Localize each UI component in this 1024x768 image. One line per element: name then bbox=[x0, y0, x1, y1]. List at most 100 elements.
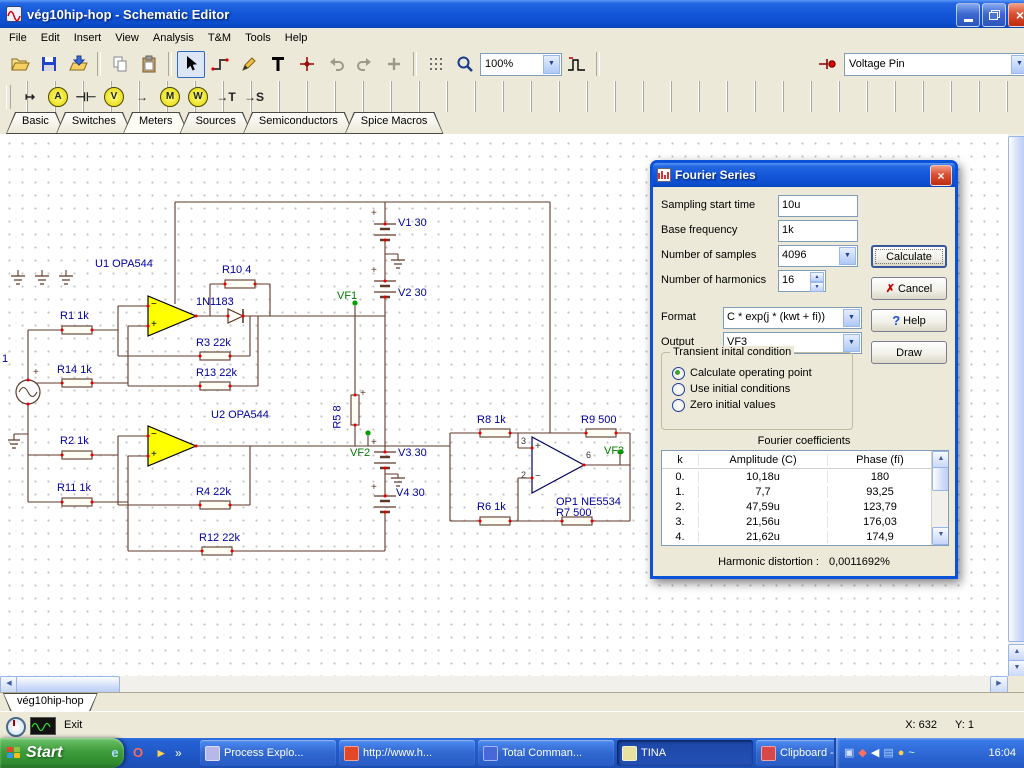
radio-option[interactable]: Zero initial values bbox=[672, 398, 776, 412]
component-label[interactable]: R11 1k bbox=[57, 482, 91, 495]
scrollbar-thumb[interactable] bbox=[932, 467, 948, 491]
component-label[interactable]: R2 1k bbox=[60, 435, 89, 448]
radio-option[interactable]: Use initial conditions bbox=[672, 382, 790, 396]
field-input[interactable]: 4096 ▼ ▲▼ bbox=[778, 245, 858, 267]
component-label[interactable]: − bbox=[151, 429, 157, 441]
component-label[interactable]: VF2 bbox=[350, 447, 370, 460]
quick-launch-overflow-icon[interactable]: » bbox=[175, 746, 182, 760]
pencil-icon[interactable] bbox=[235, 51, 263, 78]
component-label[interactable]: R1 1k bbox=[60, 310, 89, 323]
scroll-down-icon[interactable]: ▼ bbox=[932, 527, 948, 545]
taskbar-clock[interactable]: 16:04 bbox=[988, 747, 1016, 759]
open-folder-icon[interactable] bbox=[6, 51, 34, 78]
component-label[interactable]: + bbox=[371, 265, 377, 277]
s-output-icon[interactable]: →S bbox=[240, 83, 268, 110]
menu-item[interactable]: Analysis bbox=[146, 30, 201, 46]
antivirus-tray-icon[interactable]: ◆ bbox=[858, 747, 866, 759]
component-label[interactable]: R6 1k bbox=[477, 501, 506, 514]
undo-icon[interactable] bbox=[322, 51, 350, 78]
close-button[interactable]: × bbox=[1008, 3, 1024, 27]
coefficient-row[interactable]: 1. 7,7 93,25 bbox=[662, 484, 948, 499]
menu-item[interactable]: View bbox=[108, 30, 146, 46]
component-label[interactable]: R14 1k bbox=[57, 364, 92, 377]
dropdown-arrow-icon[interactable]: ▼ bbox=[839, 247, 856, 265]
oscilloscope-icon[interactable] bbox=[30, 717, 56, 735]
document-tab[interactable]: vég10hip-hop bbox=[3, 693, 98, 713]
component-label[interactable]: 1N1183 bbox=[196, 296, 234, 309]
save-icon[interactable] bbox=[35, 51, 63, 78]
vertical-scrollbar[interactable]: ▲ ▼ bbox=[1008, 134, 1024, 678]
component-label[interactable]: R13 22k bbox=[196, 367, 237, 380]
cursor-icon[interactable] bbox=[177, 50, 205, 78]
component-label[interactable]: R10 4 bbox=[222, 264, 251, 277]
scrollbar-thumb[interactable] bbox=[1008, 136, 1024, 642]
coefficient-row[interactable]: 4. 21,62u 174,9 bbox=[662, 529, 948, 544]
component-label[interactable]: 1 bbox=[2, 353, 8, 366]
component-label[interactable]: VF1 bbox=[337, 290, 357, 303]
component-label[interactable]: R7 500 bbox=[556, 507, 591, 520]
signal-shape-icon[interactable] bbox=[563, 51, 591, 78]
component-label[interactable]: + bbox=[371, 482, 377, 494]
menu-item[interactable]: T&M bbox=[201, 30, 238, 46]
field-input[interactable]: 10u ▼ ▲▼ bbox=[778, 195, 858, 217]
radio-option[interactable]: Calculate operating point bbox=[672, 366, 812, 380]
component-label[interactable]: VF3 bbox=[604, 445, 624, 458]
zoom-icon[interactable] bbox=[451, 51, 479, 78]
zoom-combo[interactable]: 100% ▼ bbox=[480, 52, 562, 76]
component-label[interactable]: V4 30 bbox=[396, 487, 425, 500]
component-label[interactable]: + bbox=[535, 441, 541, 453]
component-label[interactable]: 3 bbox=[521, 436, 526, 446]
opera-icon[interactable]: O bbox=[129, 744, 147, 762]
add-icon[interactable] bbox=[380, 51, 408, 78]
radio-icon[interactable] bbox=[672, 382, 685, 396]
coefficient-row[interactable]: 3. 21,56u 176,03 bbox=[662, 514, 948, 529]
field-input[interactable]: 16 ▼ ▲▼ bbox=[778, 270, 826, 292]
menu-item[interactable]: Insert bbox=[67, 30, 109, 46]
component-tab[interactable]: Sources bbox=[180, 112, 252, 134]
meter-mode-icon[interactable] bbox=[6, 717, 26, 737]
field-input[interactable]: 1k ▼ ▲▼ bbox=[778, 220, 858, 242]
task-button[interactable]: TINA bbox=[617, 740, 753, 766]
component-label[interactable]: R5 8 bbox=[331, 405, 344, 428]
menu-item[interactable]: Tools bbox=[238, 30, 278, 46]
diode-symbol[interactable] bbox=[227, 308, 245, 324]
voltage-source-symbol[interactable] bbox=[15, 379, 41, 405]
component-label[interactable]: + bbox=[33, 367, 39, 379]
component-label[interactable]: U1 OPA544 bbox=[95, 258, 153, 271]
redo-icon[interactable] bbox=[351, 51, 379, 78]
field-input[interactable]: C * exp(j * (kwt + fi)) ▼ ▲▼ bbox=[723, 307, 862, 329]
voltage-pin-mode-icon[interactable] bbox=[813, 51, 841, 78]
component-tab[interactable]: Semiconductors bbox=[243, 112, 354, 134]
component-label[interactable]: − bbox=[535, 471, 541, 483]
coefficient-row[interactable]: 2. 47,59u 123,79 bbox=[662, 499, 948, 514]
paste-icon[interactable] bbox=[135, 51, 163, 78]
component-label[interactable]: + bbox=[151, 319, 157, 331]
export-icon[interactable] bbox=[64, 51, 92, 78]
toolbar-grip[interactable] bbox=[6, 84, 11, 109]
voltmeter-icon[interactable]: V bbox=[100, 83, 128, 110]
menu-item[interactable]: Edit bbox=[34, 30, 67, 46]
table-scrollbar[interactable]: ▲ ▼ bbox=[931, 451, 948, 545]
component-label[interactable]: U2 OPA544 bbox=[211, 409, 269, 422]
multimeter-icon[interactable]: M bbox=[156, 83, 184, 110]
t-output-icon[interactable]: →T bbox=[212, 83, 240, 110]
chevron-down-icon[interactable]: ▼ bbox=[543, 54, 560, 74]
wire-icon[interactable] bbox=[206, 51, 234, 78]
help-button[interactable]: ? Help bbox=[871, 309, 947, 332]
restore-button[interactable] bbox=[982, 3, 1006, 27]
graphics-tray-icon[interactable]: ▣ bbox=[844, 747, 854, 759]
shape-tool-icon[interactable] bbox=[293, 51, 321, 78]
exit-button[interactable]: Exit bbox=[64, 719, 82, 731]
chevron-down-icon[interactable]: ▼ bbox=[1011, 54, 1024, 74]
component-label[interactable]: R8 1k bbox=[477, 414, 506, 427]
task-button[interactable]: Total Comman... bbox=[478, 740, 614, 766]
component-label[interactable]: R12 22k bbox=[199, 532, 240, 545]
network-tray-icon[interactable]: ▤ bbox=[883, 747, 893, 759]
component-label[interactable]: R4 22k bbox=[196, 486, 231, 499]
component-tab[interactable]: Switches bbox=[56, 112, 132, 134]
dropdown-arrow-icon[interactable]: ▼ bbox=[843, 309, 860, 327]
component-label[interactable]: + bbox=[371, 437, 377, 449]
component-label[interactable]: + bbox=[151, 449, 157, 461]
coefficient-row[interactable]: 0. 10,18u 180 bbox=[662, 469, 948, 484]
voltage-pins-icon[interactable]: ⊣⊢ bbox=[72, 83, 100, 110]
